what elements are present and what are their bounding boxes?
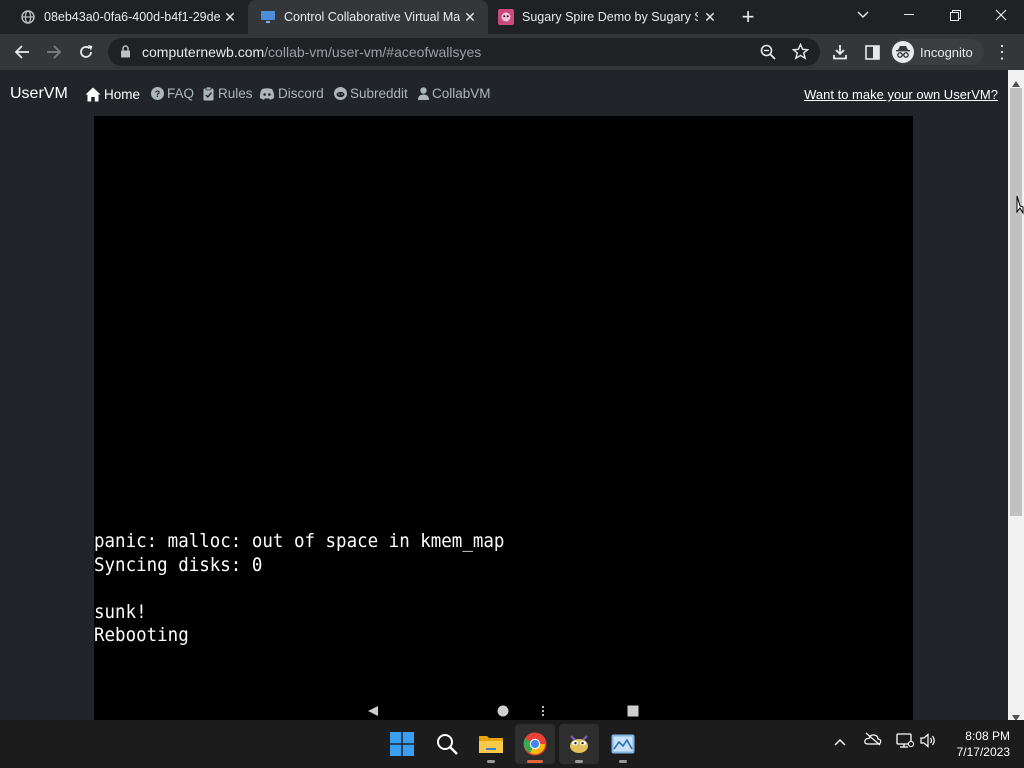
side-panel-icon[interactable] (860, 40, 884, 64)
nav-rules[interactable]: Rules (201, 86, 253, 101)
file-explorer-icon[interactable] (471, 724, 511, 764)
windows-start-icon[interactable] (382, 724, 422, 764)
tab-title: Control Collaborative Virtual Machines (284, 10, 460, 24)
clock-date: 7/17/2023 (956, 745, 1010, 759)
bookmark-star-icon[interactable] (791, 42, 810, 65)
browser-tab-3[interactable]: Sugary Spire Demo by Sugary Spire ✕ (488, 0, 728, 34)
tab-strip: 08eb43a0-0fa6-400d-b4f1-29de8 ✕ Control … (0, 0, 1024, 34)
tab-title: Sugary Spire Demo by Sugary Spire (522, 10, 698, 24)
nav-discord[interactable]: Discord (259, 86, 324, 101)
svg-text:?: ? (154, 89, 160, 99)
search-icon[interactable] (427, 724, 467, 764)
close-window-button[interactable] (978, 0, 1024, 30)
minimize-button[interactable] (886, 0, 932, 30)
running-indicator (619, 760, 627, 763)
site-navbar: UserVM Home ? FAQ Rules Discord Subreddi… (0, 70, 1008, 116)
restore-button[interactable] (932, 0, 978, 30)
nav-faq-label: FAQ (167, 86, 195, 101)
game-app-icon[interactable] (559, 724, 599, 764)
browser-toolbar: computernewb.com/collab-vm/user-vm/#aceo… (0, 34, 1024, 70)
show-hidden-icons-chevron[interactable] (834, 734, 846, 749)
tab-title: 08eb43a0-0fa6-400d-b4f1-29de8 (44, 10, 220, 24)
nav-collabvm-label: CollabVM (432, 86, 491, 101)
volume-icon[interactable] (920, 733, 938, 751)
console-line: Syncing disks: 0 (94, 553, 263, 576)
address-bar[interactable]: computernewb.com/collab-vm/user-vm/#aceo… (108, 38, 820, 66)
site-brand[interactable]: UserVM (10, 85, 68, 103)
reload-button[interactable] (74, 40, 98, 64)
system-clock[interactable]: 8:08 PM 7/17/2023 (957, 728, 1010, 760)
page-content: UserVM Home ? FAQ Rules Discord Subreddi… (0, 70, 1008, 720)
android-back-icon[interactable] (367, 704, 379, 720)
forward-button[interactable] (42, 40, 66, 64)
home-icon (85, 86, 101, 102)
running-indicator (487, 760, 495, 763)
android-recents-icon[interactable] (627, 704, 639, 720)
mouse-cursor-icon (1016, 195, 1024, 220)
reddit-icon (333, 87, 347, 101)
back-button[interactable] (10, 40, 34, 64)
nav-home-label: Home (104, 86, 141, 102)
discord-icon (259, 87, 275, 101)
page-scrollbar[interactable] (1008, 70, 1024, 721)
monitor-icon (260, 9, 276, 25)
nav-home[interactable]: Home (85, 86, 140, 102)
network-monitor-icon[interactable] (896, 733, 915, 751)
running-indicator (575, 760, 583, 763)
console-line: Rebooting (94, 624, 189, 646)
url-text[interactable]: computernewb.com/collab-vm/user-vm/#aceo… (142, 44, 481, 60)
question-circle-icon: ? (150, 87, 164, 101)
android-home-icon[interactable] (497, 704, 509, 720)
photos-app-icon[interactable] (603, 724, 643, 764)
game-icon (498, 9, 514, 25)
scrollbar-thumb[interactable] (1010, 88, 1022, 516)
clock-time: 8:08 PM (965, 729, 1010, 743)
nav-discord-label: Discord (278, 86, 324, 101)
active-indicator (527, 760, 543, 763)
incognito-indicator[interactable]: Incognito (890, 39, 984, 65)
close-tab-icon[interactable]: ✕ (462, 9, 478, 25)
vm-console-output: panic: malloc: out of space in kmem_map S… (94, 530, 504, 648)
nav-rules-label: Rules (218, 86, 253, 101)
chrome-icon[interactable] (515, 724, 555, 764)
incognito-icon (892, 41, 914, 63)
download-icon[interactable] (828, 40, 852, 64)
globe-icon (20, 9, 36, 25)
nav-collabvm[interactable]: CollabVM (418, 86, 491, 101)
console-line: sunk! (94, 600, 147, 623)
new-tab-button[interactable]: + (736, 5, 760, 29)
lock-icon[interactable] (120, 45, 131, 63)
zoom-icon[interactable] (760, 44, 776, 65)
tab-search-chevron-icon[interactable] (840, 0, 886, 30)
browser-tab-2[interactable]: Control Collaborative Virtual Machines ✕ (248, 0, 488, 34)
windows-taskbar: 8:08 PM 7/17/2023 (0, 720, 1024, 768)
nav-subreddit-label: Subreddit (350, 86, 408, 101)
user-icon (418, 87, 429, 101)
close-tab-icon[interactable]: ✕ (222, 9, 238, 25)
nav-subreddit[interactable]: Subreddit (333, 86, 408, 101)
menu-kebab-icon[interactable]: ⋮ (990, 40, 1014, 64)
make-own-uservm-link[interactable]: Want to make your own UserVM? (804, 87, 998, 102)
nav-faq[interactable]: ? FAQ (150, 86, 194, 101)
onedrive-offline-icon[interactable] (864, 732, 882, 749)
incognito-label: Incognito (920, 44, 973, 60)
vm-display[interactable]: panic: malloc: out of space in kmem_map S… (94, 116, 913, 720)
browser-tab-1[interactable]: 08eb43a0-0fa6-400d-b4f1-29de8 ✕ (8, 0, 248, 34)
close-tab-icon[interactable]: ✕ (702, 9, 718, 25)
android-menu-dots-icon[interactable] (540, 704, 546, 720)
console-line: panic: malloc: out of space in kmem_map (94, 530, 505, 552)
clipboard-icon (201, 86, 215, 101)
